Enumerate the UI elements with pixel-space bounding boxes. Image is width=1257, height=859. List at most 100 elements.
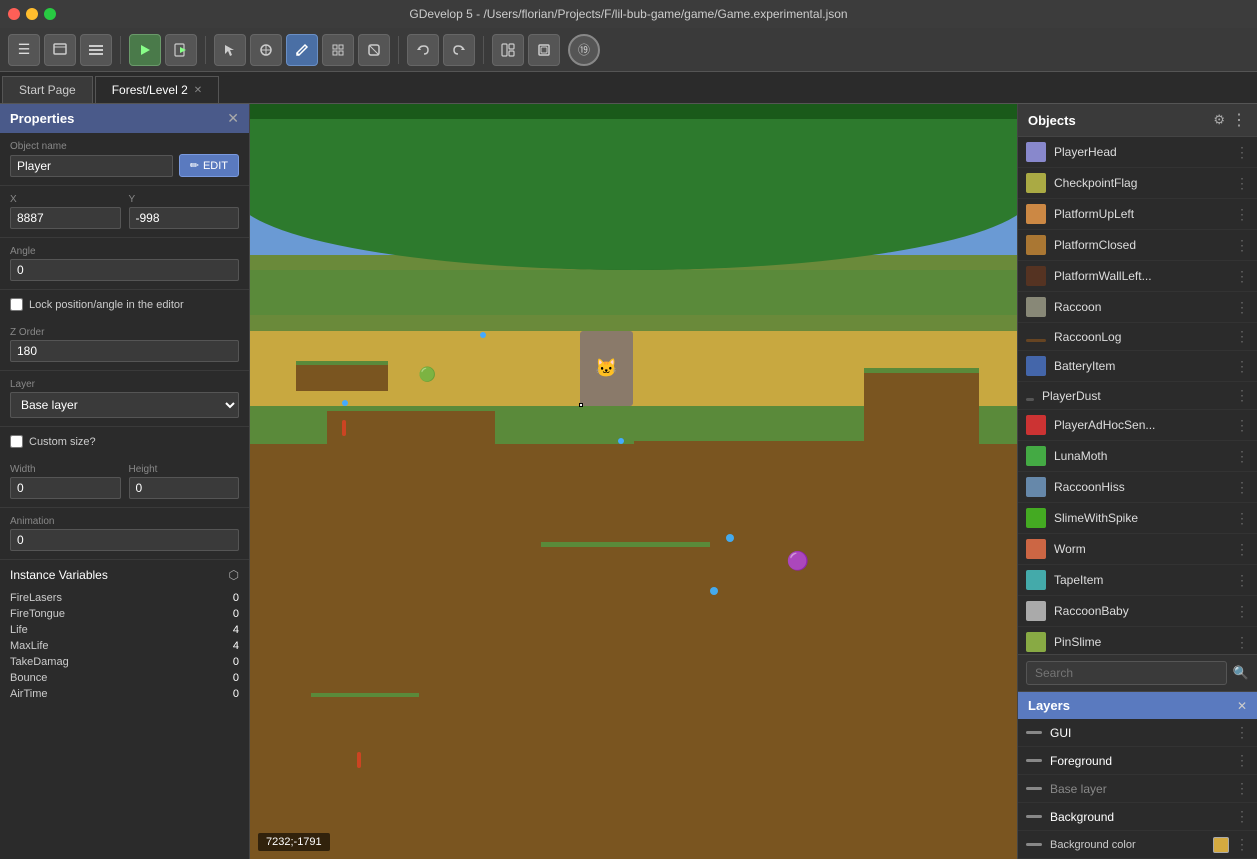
tree-canopy-light [250, 119, 1017, 270]
object-name-platformupleft: PlatformUpLeft [1054, 207, 1235, 221]
layer-menu-background[interactable]: ⋮ [1235, 808, 1249, 825]
edit-tool[interactable] [286, 34, 318, 66]
hide-tool[interactable] [358, 34, 390, 66]
angle-input[interactable] [10, 259, 239, 281]
transform-tool[interactable] [250, 34, 282, 66]
properties-close-icon[interactable]: ✕ [227, 110, 239, 127]
var-val-firetongue: 0 [233, 608, 239, 620]
object-menu-raccoonhiss[interactable]: ⋮ [1235, 479, 1249, 496]
maximize-button[interactable] [44, 8, 56, 20]
objects-menu-icon[interactable]: ⋮ [1231, 110, 1247, 130]
var-row-firetongue: FireTongue 0 [0, 606, 249, 622]
minimize-button[interactable] [26, 8, 38, 20]
object-menu-playeradhoc[interactable]: ⋮ [1235, 417, 1249, 434]
object-menu-platformupleft[interactable]: ⋮ [1235, 206, 1249, 223]
layers-close-icon[interactable]: ✕ [1237, 699, 1247, 713]
object-menu-raccoonbaby[interactable]: ⋮ [1235, 603, 1249, 620]
custom-size-checkbox[interactable] [10, 435, 23, 448]
object-item-batteryitem[interactable]: BatteryItem ⋮ [1018, 351, 1257, 382]
object-item-raccoonlog[interactable]: RaccoonLog ⋮ [1018, 323, 1257, 351]
object-menu-platformwallleft[interactable]: ⋮ [1235, 268, 1249, 285]
object-item-pinslime[interactable]: PinSlime ⋮ [1018, 627, 1257, 654]
width-input[interactable] [10, 477, 121, 499]
tab-start-page[interactable]: Start Page [2, 76, 93, 103]
object-item-raccoonbaby[interactable]: RaccoonBaby ⋮ [1018, 596, 1257, 627]
layer-item-background[interactable]: Background ⋮ [1018, 803, 1257, 831]
search-input[interactable] [1026, 661, 1227, 685]
toolbar-events[interactable] [80, 34, 112, 66]
layer-item-gui[interactable]: GUI ⋮ [1018, 719, 1257, 747]
play-scene-button[interactable] [165, 34, 197, 66]
edit-button[interactable]: ✏ EDIT [179, 154, 239, 177]
object-menu-raccoonlog[interactable]: ⋮ [1235, 328, 1249, 345]
grid-tool[interactable] [322, 34, 354, 66]
cursor-tool[interactable] [214, 34, 246, 66]
custom-size-label[interactable]: Custom size? [29, 436, 96, 448]
title-bar: GDevelop 5 - /Users/florian/Projects/F/l… [0, 0, 1257, 28]
layer-menu-gui[interactable]: ⋮ [1235, 724, 1249, 741]
play-button[interactable] [129, 34, 161, 66]
object-menu-pinslime[interactable]: ⋮ [1235, 634, 1249, 651]
layer-label: Layer [10, 379, 239, 390]
close-button[interactable] [8, 8, 20, 20]
object-item-slimewithspike[interactable]: SlimeWithSpike ⋮ [1018, 503, 1257, 534]
object-item-platformwallleft[interactable]: PlatformWallLeft... ⋮ [1018, 261, 1257, 292]
object-menu-playerdust[interactable]: ⋮ [1235, 387, 1249, 404]
z-order-input[interactable] [10, 340, 239, 362]
properties-panel: Properties ✕ Object name ✏ EDIT X [0, 104, 250, 859]
toolbar-scene[interactable] [44, 34, 76, 66]
layer-menu-background-color[interactable]: ⋮ [1235, 836, 1249, 853]
object-menu-batteryitem[interactable]: ⋮ [1235, 358, 1249, 375]
object-menu-worm[interactable]: ⋮ [1235, 541, 1249, 558]
var-name-firetongue: FireTongue [10, 608, 65, 620]
object-item-raccoon[interactable]: Raccoon ⋮ [1018, 292, 1257, 323]
object-item-raccoonhiss[interactable]: RaccoonHiss ⋮ [1018, 472, 1257, 503]
canvas-area[interactable]: 🐱 🟢 🟣 7232;-1791 [250, 104, 1017, 859]
profile-button[interactable]: ⑲ [568, 34, 600, 66]
object-item-platformupleft[interactable]: PlatformUpLeft ⋮ [1018, 199, 1257, 230]
layer-item-background-color[interactable]: Background color ⋮ [1018, 831, 1257, 859]
object-item-worm[interactable]: Worm ⋮ [1018, 534, 1257, 565]
toolbar-hamburger[interactable]: ☰ [8, 34, 40, 66]
filter-icon[interactable]: ⚙ [1213, 112, 1225, 128]
object-item-lunamoth[interactable]: LunaMoth ⋮ [1018, 441, 1257, 472]
layer-item-foreground[interactable]: Foreground ⋮ [1018, 747, 1257, 775]
object-menu-lunamoth[interactable]: ⋮ [1235, 448, 1249, 465]
layer-select[interactable]: GUI Foreground Base layer Background Bac… [10, 392, 239, 418]
object-menu-platformclosed[interactable]: ⋮ [1235, 237, 1249, 254]
object-menu-raccoon[interactable]: ⋮ [1235, 299, 1249, 316]
layer-item-baselayer[interactable]: Base layer ⋮ [1018, 775, 1257, 803]
layer-color-swatch[interactable] [1213, 837, 1229, 853]
x-input[interactable] [10, 207, 121, 229]
tab-close-icon[interactable]: ✕ [194, 85, 202, 96]
instance-vars-open-icon[interactable]: ⬡ [229, 568, 239, 582]
redo-button[interactable] [443, 34, 475, 66]
object-menu-slimewithspike[interactable]: ⋮ [1235, 510, 1249, 527]
layer-menu-foreground[interactable]: ⋮ [1235, 752, 1249, 769]
var-row-life: Life 4 [0, 622, 249, 638]
object-name-input[interactable] [10, 155, 173, 177]
object-item-playeradhoc[interactable]: PlayerAdHocSen... ⋮ [1018, 410, 1257, 441]
animation-input[interactable] [10, 529, 239, 551]
lock-checkbox[interactable] [10, 298, 23, 311]
layout-button[interactable] [492, 34, 524, 66]
layer-icon-foreground [1026, 759, 1042, 762]
object-item-tapeitem[interactable]: TapeItem ⋮ [1018, 565, 1257, 596]
object-menu-tapeitem[interactable]: ⋮ [1235, 572, 1249, 589]
var-name-bounce: Bounce [10, 672, 47, 684]
layer-menu-baselayer[interactable]: ⋮ [1235, 780, 1249, 797]
object-item-playerhead[interactable]: PlayerHead ⋮ [1018, 137, 1257, 168]
undo-button[interactable] [407, 34, 439, 66]
object-item-checkpointflag[interactable]: CheckpointFlag ⋮ [1018, 168, 1257, 199]
var-name-takedamag: TakeDamag [10, 656, 69, 668]
object-menu-checkpointflag[interactable]: ⋮ [1235, 175, 1249, 192]
object-menu-playerhead[interactable]: ⋮ [1235, 144, 1249, 161]
y-input[interactable] [129, 207, 240, 229]
height-input[interactable] [129, 477, 240, 499]
tab-forest-level2[interactable]: Forest/Level 2 ✕ [95, 76, 219, 103]
fullscreen-button[interactable] [528, 34, 560, 66]
object-item-playerdust[interactable]: PlayerDust ⋮ [1018, 382, 1257, 410]
object-icon-pinslime [1026, 632, 1046, 652]
object-item-platformclosed[interactable]: PlatformClosed ⋮ [1018, 230, 1257, 261]
lock-label[interactable]: Lock position/angle in the editor [29, 299, 184, 311]
